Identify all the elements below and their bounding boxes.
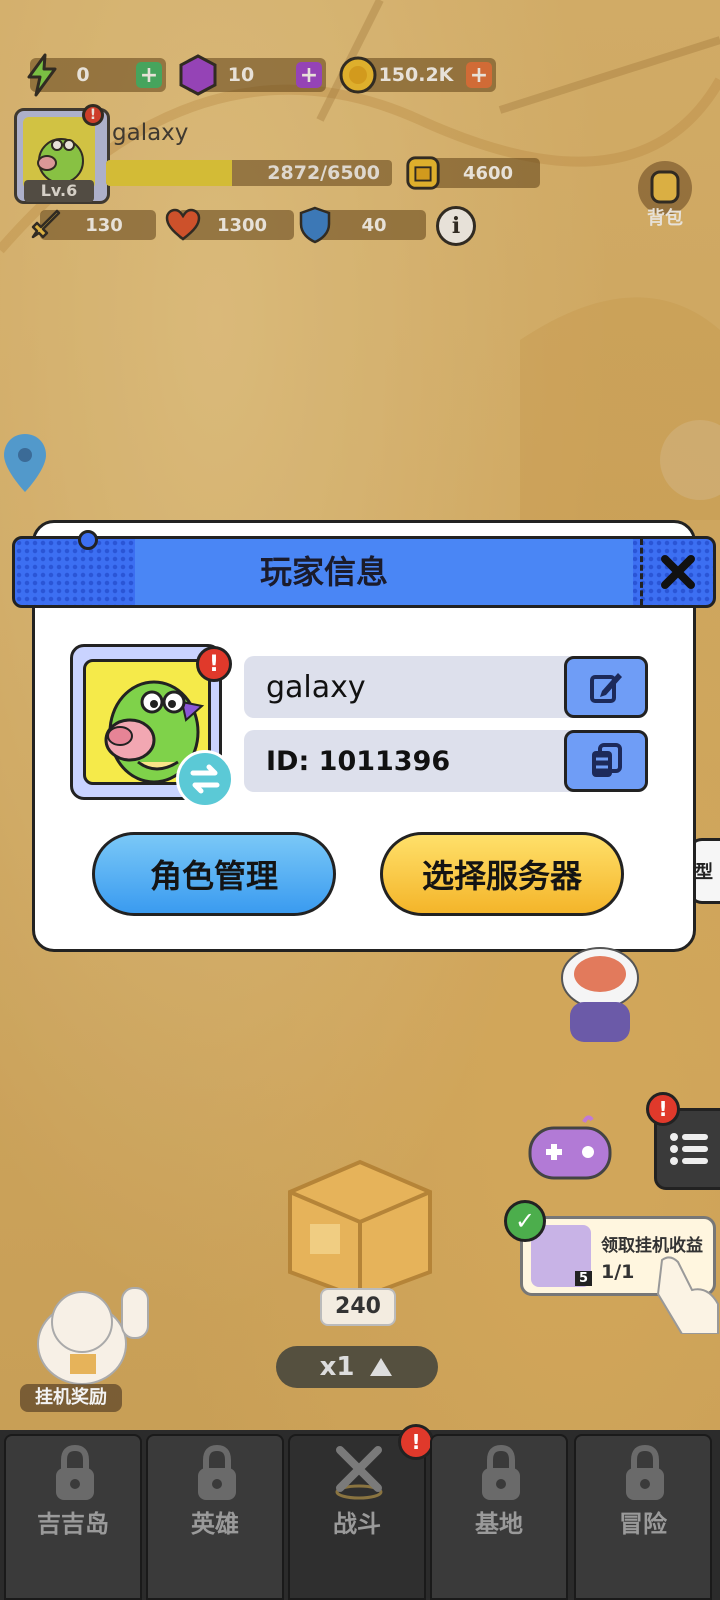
close-icon xyxy=(661,555,695,589)
dialog-header: 玩家信息 xyxy=(12,536,716,608)
lock-icon xyxy=(482,1444,520,1500)
tab-adventure[interactable]: 冒险 xyxy=(574,1434,712,1600)
role-management-button[interactable]: 角色管理 xyxy=(92,832,336,916)
tab-island[interactable]: 吉吉岛 xyxy=(4,1434,142,1600)
chest-count-label: 240 xyxy=(320,1288,396,1326)
edit-icon xyxy=(590,673,622,703)
idle-reward-title: 领取挂机收益 xyxy=(601,1236,703,1256)
avatar-alert-badge: ! xyxy=(196,646,232,682)
menu-alert-badge: ! xyxy=(646,1092,680,1126)
gamepad-button[interactable] xyxy=(526,1114,614,1184)
tab-heroes[interactable]: 英雄 xyxy=(146,1434,284,1600)
battle-alert-badge: ! xyxy=(398,1424,434,1460)
select-server-button[interactable]: 选择服务器 xyxy=(380,832,624,916)
swap-icon xyxy=(190,764,220,794)
copy-icon xyxy=(592,743,622,777)
header-dot xyxy=(78,530,98,550)
idle-box-count: 5 xyxy=(575,1271,593,1286)
edit-name-button[interactable] xyxy=(564,656,648,718)
close-button[interactable] xyxy=(640,539,713,605)
player-name-field: galaxy xyxy=(244,656,648,718)
afk-reward-label: 挂机奖励 xyxy=(20,1384,122,1412)
change-avatar-button[interactable] xyxy=(176,750,234,808)
tab-battle[interactable]: 战斗 xyxy=(288,1434,426,1600)
lock-icon xyxy=(56,1444,94,1500)
speed-toggle[interactable]: x1 xyxy=(276,1346,438,1388)
idle-reward-count: 1/1 xyxy=(601,1261,635,1283)
dialog-title: 玩家信息 xyxy=(259,553,388,591)
treasure-chest[interactable] xyxy=(270,1152,450,1302)
hand-pointer-icon xyxy=(656,1256,719,1334)
list-icon xyxy=(670,1133,708,1165)
lucky-cat-icon[interactable] xyxy=(22,1278,162,1388)
tab-base[interactable]: 基地 xyxy=(430,1434,568,1600)
triangle-up-icon xyxy=(370,1358,393,1376)
lock-icon xyxy=(626,1444,664,1500)
check-icon: ✓ xyxy=(504,1200,546,1242)
crossed-swords-icon xyxy=(335,1446,383,1500)
gamepad-icon xyxy=(528,1115,612,1180)
copy-id-button[interactable] xyxy=(564,730,648,792)
character-figure xyxy=(561,947,639,1042)
player-id-field: ID: 1011396 xyxy=(244,730,648,792)
lock-icon xyxy=(198,1444,236,1500)
